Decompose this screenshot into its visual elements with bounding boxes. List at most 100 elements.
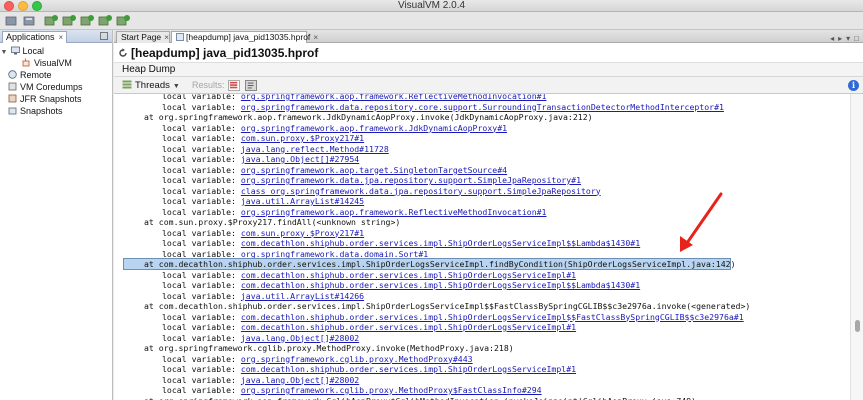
tree-item-remote[interactable]: Remote [0,69,112,81]
instance-link[interactable]: org.springframework.aop.target.Singleton… [241,165,507,175]
instance-link[interactable]: org.springframework.data.jpa.repository.… [241,175,581,185]
tab-label: Start Page [121,32,162,42]
tree-item-visualvm[interactable]: VisualVM [0,57,112,69]
instance-link[interactable]: org.springframework.data.domain.Sort#1 [241,249,428,259]
threads-view-dropdown[interactable]: Threads ▼ [120,79,184,92]
local-variable-row: local variable: org.springframework.cgli… [114,385,542,395]
local-variable-row: local variable: org.springframework.aop.… [114,207,547,217]
text-view-icon[interactable] [245,80,257,91]
instance-link[interactable]: org.springframework.cglib.proxy.MethodPr… [241,385,542,395]
local-variable-label: local variable: [162,353,241,364]
stack-frame-text: at org.springframework.aop.framework.Cgl… [144,396,696,400]
instance-link[interactable]: java.lang.Object[]#28002 [241,333,359,343]
instance-link[interactable]: org.springframework.aop.framework.Reflec… [241,207,547,217]
instance-link[interactable]: com.sun.proxy.$Proxy217#1 [241,133,364,143]
tree-item-label: Local [22,46,45,56]
instance-link[interactable]: java.util.ArrayList#14266 [241,291,364,301]
close-icon[interactable]: × [313,32,318,42]
instance-link[interactable]: com.decathlon.shiphub.order.services.imp… [241,322,576,332]
tree-item-local[interactable]: ▼ Local [0,45,112,57]
main-area: Start Page × [heapdump] java_pid13035.hpr… [114,30,863,400]
local-variable-label: local variable: [162,185,241,196]
close-icon[interactable]: × [59,33,64,42]
local-variable-row: local variable: org.springframework.data… [114,102,724,112]
tree-item-vm-coredumps[interactable]: VM Coredumps [0,81,112,93]
computer-icon [10,46,20,55]
local-variable-label: local variable: [162,175,241,185]
stack-frame-text: at com.decathlon.shiphub.order.services.… [144,259,736,269]
document-tabbar: Start Page × [heapdump] java_pid13035.hpr… [114,30,863,43]
instance-link[interactable]: com.decathlon.shiphub.order.services.imp… [241,312,744,322]
stack-frame-highlighted: at com.decathlon.shiphub.order.services.… [123,258,736,270]
title-bar: VisualVM 2.0.4 [0,0,863,12]
local-variable-row: local variable: java.lang.reflect.Method… [114,144,389,154]
local-variable-row: local variable: com.decathlon.shiphub.or… [114,364,576,374]
main-toolbar [0,12,863,30]
instance-link[interactable]: class org.springframework.data.jpa.repos… [241,186,601,196]
instance-link[interactable]: org.springframework.aop.framework.Reflec… [241,94,547,101]
tree-item-snapshots[interactable]: Snapshots [0,105,112,117]
instance-link[interactable]: org.springframework.data.repository.core… [241,102,724,112]
local-variable-row: local variable: com.decathlon.shiphub.or… [114,238,640,248]
refresh-icon[interactable] [118,48,128,58]
applications-panel: Applications × ▼ Local VisualVM Remote VM… [0,30,113,400]
instance-link[interactable]: com.sun.proxy.$Proxy217#1 [241,228,364,238]
instance-link[interactable]: java.util.ArrayList#14245 [241,196,364,206]
stack-frame: at com.decathlon.shiphub.order.services.… [114,301,750,311]
local-variable-label: local variable: [162,374,241,385]
local-variable-label: local variable: [162,122,241,133]
stack-frame-text: at com.decathlon.shiphub.order.services.… [144,301,751,311]
table-view-icon[interactable] [228,80,240,91]
local-variable-label: local variable: [162,164,241,175]
scroll-left-icon[interactable]: ◂ [830,34,834,43]
snapshot-icon[interactable] [116,14,130,28]
stack-frame-text: at com.sun.proxy.$Proxy217.findAll(<unkn… [144,217,401,227]
local-variable-row: local variable: class org.springframewor… [114,186,601,196]
close-icon[interactable]: × [164,32,169,42]
vertical-scrollbar[interactable] [850,94,863,400]
heapdump-icon [176,33,184,41]
local-variable-label: local variable: [162,364,241,374]
maximize-icon[interactable]: □ [854,34,859,43]
local-variable-row: local variable: com.decathlon.shiphub.or… [114,322,576,332]
local-variable-row: local variable: org.springframework.data… [114,249,428,259]
stack-frame: at org.springframework.aop.framework.Jdk… [114,112,593,122]
thread-stack-content: local variable: org.springframework.aop.… [114,94,850,400]
instance-link[interactable]: com.decathlon.shiphub.order.services.imp… [241,280,640,290]
threaddump-icon[interactable] [98,14,112,28]
add-coredump-icon[interactable] [62,14,76,28]
applications-tab[interactable]: Applications × [2,31,68,43]
minimize-panel-icon[interactable] [100,32,108,40]
instance-link[interactable]: org.springframework.aop.framework.JdkDyn… [241,123,507,133]
instance-link[interactable]: java.lang.Object[]#27954 [241,154,359,164]
local-variable-row: local variable: org.springframework.cgli… [114,354,473,364]
tree-item-label: JFR Snapshots [20,94,82,104]
local-variable-row: local variable: com.decathlon.shiphub.or… [114,280,640,290]
tree-item-jfr-snapshots[interactable]: JFR Snapshots [0,93,112,105]
instance-link[interactable]: org.springframework.cglib.proxy.MethodPr… [241,354,473,364]
open-icon[interactable] [4,14,18,28]
tab-list-icon[interactable]: ▾ [846,34,850,43]
heapdump-icon[interactable] [80,14,94,28]
local-variable-row: local variable: java.lang.Object[]#28002 [114,375,359,385]
local-variable-label: local variable: [162,385,241,395]
instance-link[interactable]: java.lang.reflect.Method#11728 [241,144,389,154]
instance-link[interactable]: com.decathlon.shiphub.order.services.imp… [241,238,640,248]
add-jmx-icon[interactable] [44,14,58,28]
info-icon[interactable]: i [848,80,859,91]
local-variable-label: local variable: [162,154,241,164]
scroll-right-icon[interactable]: ▸ [838,34,842,43]
save-icon[interactable] [22,14,36,28]
local-variable-label: local variable: [162,206,241,217]
local-variable-row: local variable: java.lang.Object[]#28002 [114,333,359,343]
results-label: Results: [192,80,225,90]
tab-heapdump[interactable]: [heapdump] java_pid13035.hprof × [171,31,318,43]
tab-start-page[interactable]: Start Page × [116,31,170,43]
local-variable-row: local variable: com.decathlon.shiphub.or… [114,270,576,280]
instance-link[interactable]: com.decathlon.shiphub.order.services.imp… [241,270,576,280]
instance-link[interactable]: java.lang.Object[]#28002 [241,375,359,385]
view-controls: Threads ▼ Results: i [114,77,863,94]
instance-link[interactable]: com.decathlon.shiphub.order.services.imp… [241,364,576,374]
applications-tab-label: Applications [6,32,55,42]
scrollbar-thumb[interactable] [855,320,860,332]
